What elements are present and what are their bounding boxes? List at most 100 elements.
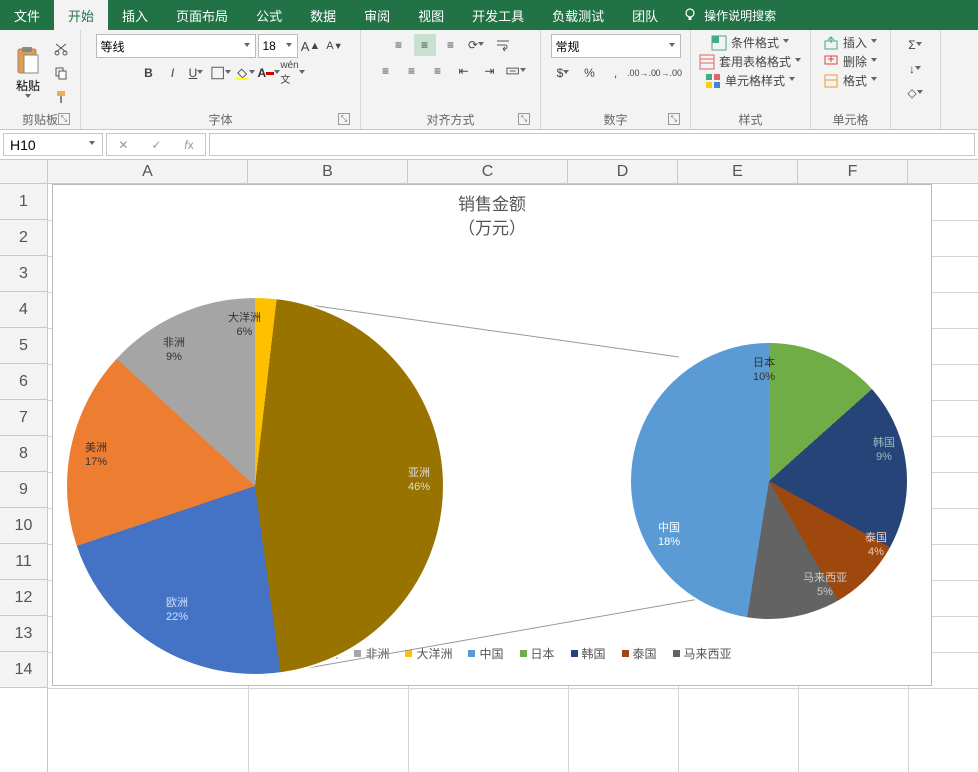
column-header[interactable]: C [408,160,568,183]
tab-data[interactable]: 数据 [296,0,350,30]
tab-file[interactable]: 文件 [0,0,54,30]
tab-insert[interactable]: 插入 [108,0,162,30]
clear-button[interactable]: ◇ [905,82,927,104]
row-header[interactable]: 12 [0,580,47,616]
group-styles: 条件格式 套用表格格式 单元格样式 样式 [691,30,811,129]
tab-loadtest[interactable]: 负载测试 [538,0,618,30]
align-center-button[interactable]: ≡ [401,60,423,82]
orientation-button[interactable]: ⟳ [466,34,488,56]
tab-devtools[interactable]: 开发工具 [458,0,538,30]
tab-layout[interactable]: 页面布局 [162,0,242,30]
phonetic-button[interactable]: wén文 [282,62,304,84]
fx-button[interactable]: fx [184,138,193,152]
bold-button[interactable]: B [138,62,160,84]
tab-formula[interactable]: 公式 [242,0,296,30]
comma-button[interactable]: , [605,62,627,84]
column-header[interactable]: D [568,160,678,183]
align-middle-button[interactable]: ≡ [414,34,436,56]
row-header[interactable]: 4 [0,292,47,328]
row-header[interactable]: 9 [0,472,47,508]
format-painter-button[interactable] [50,86,72,108]
legend-item: 大洋洲 [405,645,452,662]
paste-button[interactable]: 粘贴 [8,45,48,101]
number-format-combo[interactable]: 常规 [551,34,681,58]
column-header[interactable]: E [678,160,798,183]
percent-button[interactable]: % [579,62,601,84]
cut-button[interactable] [50,38,72,60]
align-left-button[interactable]: ≡ [375,60,397,82]
group-number: 常规 $ % , .00→.0 .0→.00 数字⤡ [541,30,691,129]
column-header[interactable]: F [798,160,908,183]
decrease-decimal-button[interactable]: .0→.00 [657,62,679,84]
formula-input[interactable] [209,133,975,156]
row-header[interactable]: 8 [0,436,47,472]
chart-object[interactable]: 销售金额 （万元） 亚洲46% 欧洲22% 美洲17% 非洲9% 大洋洲6% [52,184,932,686]
row-header[interactable]: 14 [0,652,47,688]
italic-button[interactable]: I [162,62,184,84]
row-header[interactable]: 7 [0,400,47,436]
row-header[interactable]: 13 [0,616,47,652]
indent-inc-button[interactable]: ⇥ [479,60,501,82]
row-header[interactable]: 1 [0,184,47,220]
select-all-corner[interactable] [0,160,48,184]
tab-home[interactable]: 开始 [54,0,108,30]
align-right-button[interactable]: ≡ [427,60,449,82]
chevron-down-icon [915,66,922,73]
autosum-button[interactable]: Σ [905,34,927,56]
tab-view[interactable]: 视图 [404,0,458,30]
confirm-formula-button[interactable]: ✓ [151,138,161,152]
legend-item: 中国 [468,645,503,662]
chevron-down-icon [871,58,878,65]
tell-me-search[interactable]: 操作说明搜索 [672,0,786,30]
grid-body[interactable]: 销售金额 （万元） 亚洲46% 欧洲22% 美洲17% 非洲9% 大洋洲6% [48,184,978,772]
wrap-text-button[interactable] [492,34,514,56]
dialog-launcher-icon[interactable]: ⤡ [668,113,680,125]
tab-team[interactable]: 团队 [618,0,672,30]
merge-button[interactable] [505,60,527,82]
insert-icon [823,35,839,51]
insert-cells-button[interactable]: 插入 [823,34,878,51]
border-icon [210,65,225,81]
font-name-combo[interactable]: 等线 [96,34,256,58]
row-header[interactable]: 10 [0,508,47,544]
decrease-font-button[interactable]: A▼ [324,35,346,57]
row-header[interactable]: 5 [0,328,47,364]
legend-swatch [622,650,629,657]
chevron-down-icon [286,43,293,50]
dialog-launcher-icon[interactable]: ⤡ [338,113,350,125]
row-header[interactable]: 6 [0,364,47,400]
chevron-down-icon [89,141,96,148]
fill-color-button[interactable] [234,62,256,84]
row-header[interactable]: 2 [0,220,47,256]
column-header[interactable]: A [48,160,248,183]
column-header[interactable]: B [248,160,408,183]
font-size-combo[interactable]: 18 [258,34,298,58]
chevron-down-icon [795,58,802,65]
cancel-formula-button[interactable]: ✕ [118,138,128,152]
align-bottom-button[interactable]: ≡ [440,34,462,56]
table-format-button[interactable]: 套用表格格式 [699,53,802,70]
align-top-button[interactable]: ≡ [388,34,410,56]
dialog-launcher-icon[interactable]: ⤡ [58,113,70,125]
indent-dec-button[interactable]: ⇤ [453,60,475,82]
name-box[interactable]: H10 [3,133,103,156]
cell-style-button[interactable]: 单元格样式 [705,72,796,89]
currency-button[interactable]: $ [553,62,575,84]
font-color-button[interactable]: A [258,62,280,84]
border-button[interactable] [210,62,232,84]
increase-decimal-button[interactable]: .00→.0 [631,62,653,84]
format-cells-button[interactable]: 格式 [823,72,878,89]
copy-icon [53,65,69,81]
row-header[interactable]: 3 [0,256,47,292]
dialog-launcher-icon[interactable]: ⤡ [518,113,530,125]
delete-cells-button[interactable]: 删除 [823,53,878,70]
row-header[interactable]: 11 [0,544,47,580]
underline-button[interactable]: U [186,62,208,84]
conditional-format-button[interactable]: 条件格式 [711,34,790,51]
increase-font-button[interactable]: A▲ [300,35,322,57]
chevron-down-icon [916,42,923,49]
tab-review[interactable]: 审阅 [350,0,404,30]
fill-button[interactable]: ↓ [905,58,927,80]
copy-button[interactable] [50,62,72,84]
slice-label: 大洋洲6% [228,311,261,340]
